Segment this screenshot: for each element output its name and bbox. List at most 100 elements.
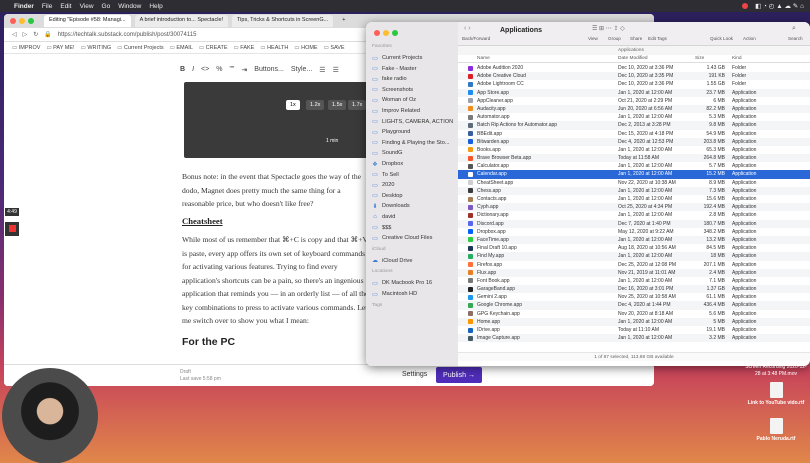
menu-view[interactable]: View bbox=[80, 3, 94, 10]
edit-tags-label[interactable]: Edit Tags bbox=[648, 36, 667, 41]
desktop-file-youtube[interactable]: Link to YouTube vido.rtf bbox=[746, 382, 806, 406]
bullet-list-button[interactable]: ☰ bbox=[319, 66, 325, 74]
record-indicator-icon[interactable] bbox=[742, 3, 749, 9]
file-row[interactable]: Calculator.app Jan 1, 2020 at 12:00 AM 5.7… bbox=[458, 162, 810, 170]
finder-minimize-icon[interactable] bbox=[383, 30, 389, 36]
bookmark-create[interactable]: CREATE bbox=[199, 45, 228, 51]
sidebar-item-favorite[interactable]: ▭ Finding & Playing the Sto... bbox=[371, 138, 457, 148]
sidebar-item-favorite[interactable]: ▭ To Sell bbox=[371, 170, 457, 180]
bookmark-fake[interactable]: FAKE bbox=[234, 45, 254, 51]
status-glyphs[interactable]: ◧ ◔ ◴ ▲ ☁ ✎ ⌂ bbox=[755, 2, 804, 10]
file-row[interactable]: Image Capture.app Jan 1, 2020 at 12:00 AM… bbox=[458, 334, 810, 343]
share-label[interactable]: Share bbox=[630, 36, 642, 41]
file-row[interactable]: Audacity.app Jun 20, 2020 at 6:56 AM 82.2 … bbox=[458, 104, 810, 114]
sidebar-item-favorite[interactable]: ▭ SoundG bbox=[371, 148, 457, 158]
buttons-dropdown[interactable]: Buttons... bbox=[254, 66, 284, 74]
file-row[interactable]: Adobe Lightroom CC Dec 10, 2020 at 3:36 P… bbox=[458, 80, 810, 88]
code-button[interactable]: <> bbox=[201, 66, 209, 74]
bookmark-email[interactable]: EMAIL bbox=[170, 45, 193, 51]
bookmark-pay-me[interactable]: PAY ME! bbox=[46, 45, 74, 51]
col-name[interactable]: Name bbox=[477, 56, 490, 61]
col-kind[interactable]: Kind bbox=[732, 56, 742, 61]
sidebar-item-favorite[interactable]: ⌂ david bbox=[371, 212, 457, 222]
sidebar-item-favorite[interactable]: ▭ Desktop bbox=[371, 191, 457, 201]
file-row[interactable]: App Store.app Jan 1, 2020 at 12:00 AM 23.7… bbox=[458, 88, 810, 97]
col-size[interactable]: Size bbox=[695, 56, 704, 61]
italic-button[interactable]: I bbox=[192, 66, 194, 74]
quick-look-label[interactable]: Quick Look bbox=[710, 36, 733, 41]
sidebar-item-icloud[interactable]: ☁ iCloud Drive bbox=[371, 256, 457, 266]
cheatsheet-heading[interactable]: Cheatsheet bbox=[182, 216, 223, 226]
forward-icon[interactable]: ▷ bbox=[23, 31, 28, 38]
sidebar-item-favorite[interactable]: ▭ Current Projects bbox=[371, 53, 457, 63]
sidebar-item-favorite[interactable]: ❖ Dropbox bbox=[371, 159, 457, 169]
back-icon[interactable]: ◁ bbox=[12, 31, 17, 38]
desktop-file-neruda[interactable]: Pablo Neruda.rtf bbox=[746, 418, 806, 442]
file-row[interactable]: Firefox.app Dec 25, 2020 at 12:08 PM 207.1… bbox=[458, 261, 810, 269]
sidebar-item-favorite[interactable]: ▭ Woman of Oz bbox=[371, 95, 457, 105]
tab-screengo[interactable]: Tips, Tricks & Shortcuts in ScreenG... bbox=[232, 15, 334, 27]
view-icons-icon[interactable]: ☰ ⊞ ⋯ ⇪ ◇ bbox=[592, 25, 625, 32]
quote-button[interactable]: "" bbox=[229, 66, 234, 74]
finder-zoom-icon[interactable] bbox=[392, 30, 398, 36]
file-row[interactable]: AppCleaner.app Oct 21, 2020 at 2:29 PM 6 M… bbox=[458, 97, 810, 105]
file-row[interactable]: GarageBand.app Dec 16, 2020 at 3:01 PM 1.3… bbox=[458, 285, 810, 294]
sidebar-item-favorite[interactable]: ⬇ Downloads bbox=[371, 201, 457, 211]
sidebar-item-location[interactable]: ▭ DK Macbook Pro 16 bbox=[371, 278, 457, 288]
indent-button[interactable]: ⇥ bbox=[241, 66, 247, 74]
file-row[interactable]: Discord.app Dec 7, 2020 at 1:40 PM 180.7 M… bbox=[458, 219, 810, 228]
view-label[interactable]: View bbox=[588, 36, 598, 41]
settings-button[interactable]: Settings bbox=[402, 371, 427, 378]
close-icon[interactable] bbox=[10, 18, 16, 24]
numbered-list-button[interactable]: ☰ bbox=[333, 66, 339, 74]
sidebar-item-favorite[interactable]: ▭ Fake - Master bbox=[371, 64, 457, 74]
zoom-icon[interactable] bbox=[28, 18, 34, 24]
file-row[interactable]: Brave Browser Beta.app Today at 11:58 AM 2… bbox=[458, 154, 810, 163]
file-row[interactable]: Adobe Audition 2020 Dec 10, 2020 at 3:36 … bbox=[458, 64, 810, 72]
minimize-icon[interactable] bbox=[19, 18, 25, 24]
for-the-pc-heading[interactable]: For the PC bbox=[182, 336, 235, 348]
new-tab-button[interactable]: + bbox=[337, 15, 350, 27]
publish-button[interactable]: Publish → bbox=[436, 367, 482, 383]
sidebar-item-favorite[interactable]: ▭ Improv Related bbox=[371, 106, 457, 116]
file-row[interactable]: Calendar.app Jan 1, 2020 at 12:00 AM 15.2 … bbox=[458, 170, 810, 179]
group-label[interactable]: Group bbox=[608, 36, 621, 41]
url-field[interactable]: https://techtalk.substack.com/publish/po… bbox=[58, 32, 197, 38]
bookmark-writing[interactable]: WRITING bbox=[81, 45, 111, 51]
back-forward-arrows-icon[interactable]: ‹ › bbox=[464, 25, 471, 32]
sidebar-item-favorite[interactable]: ▭ 2020 bbox=[371, 180, 457, 190]
sidebar-item-favorite[interactable]: ▭ $$$ bbox=[371, 223, 457, 233]
sidebar-item-favorite[interactable]: ▭ fake radio bbox=[371, 74, 457, 84]
bookmark-improv[interactable]: IMPROV bbox=[12, 45, 41, 51]
bold-button[interactable]: B bbox=[180, 66, 185, 74]
file-row[interactable]: IDrive.app Today at 11:10 AM 19.1 MB Applic… bbox=[458, 326, 810, 334]
file-row[interactable]: CheatSheet.app Nov 22, 2020 at 10:38 AM 8.… bbox=[458, 179, 810, 187]
bookmark-health[interactable]: HEALTH bbox=[260, 45, 288, 51]
sidebar-item-favorite[interactable]: ▭ LIGHTS, CAMERA, ACTION bbox=[371, 117, 457, 127]
tab-substack-editor[interactable]: Editing "Episode #58: Managi... bbox=[44, 15, 131, 27]
file-row[interactable]: FaceTime.app Jan 1, 2020 at 12:00 AM 13.2 … bbox=[458, 235, 810, 245]
file-row[interactable]: BBEdit.app Dec 15, 2020 at 4:18 PM 54.9 MB… bbox=[458, 130, 810, 138]
bookmark-current-projects[interactable]: Current Projects bbox=[117, 45, 164, 51]
menu-edit[interactable]: Edit bbox=[60, 3, 71, 10]
tab-spectacle[interactable]: A brief introduction to... Spectacle! bbox=[134, 15, 229, 27]
file-row[interactable]: Find My.app Jan 1, 2020 at 12:00 AM 18 MB A… bbox=[458, 252, 810, 261]
search-icon[interactable]: ⌕ bbox=[792, 25, 796, 33]
file-row[interactable]: Gemini 2.app Nov 25, 2020 at 10:58 AM 61.1… bbox=[458, 293, 810, 301]
sidebar-item-favorite[interactable]: ▭ Playground bbox=[371, 127, 457, 137]
file-row[interactable]: Dictionary.app Jan 1, 2020 at 12:00 AM 2.8… bbox=[458, 211, 810, 219]
file-row[interactable]: Cyph.app Oct 25, 2020 at 4:34 PM 192.4 MB A… bbox=[458, 203, 810, 212]
style-dropdown[interactable]: Style... bbox=[291, 66, 312, 74]
file-row[interactable]: Google Chrome.app Dec 4, 2020 at 1:44 PM 4… bbox=[458, 301, 810, 310]
sidebar-item-location[interactable]: ▭ Macintosh HD bbox=[371, 289, 457, 299]
menu-file[interactable]: File bbox=[42, 3, 52, 10]
stop-recording-button[interactable] bbox=[5, 222, 19, 236]
menu-finder[interactable]: Finder bbox=[14, 3, 34, 10]
file-row[interactable]: Font Book.app Jan 1, 2020 at 12:00 AM 7.1 … bbox=[458, 277, 810, 285]
menu-window[interactable]: Window bbox=[118, 3, 141, 10]
link-button[interactable]: % bbox=[216, 66, 222, 74]
col-date-modified[interactable]: Date Modified bbox=[618, 56, 648, 61]
file-row[interactable]: Automator.app Jan 1, 2020 at 12:00 AM 5.3 … bbox=[458, 113, 810, 121]
desktop-recording-label[interactable]: Screen Recording 2020-12-28 at 3:48 PM.m… bbox=[744, 364, 808, 377]
bonus-paragraph[interactable]: Bonus note: in the event that Spectacle … bbox=[182, 170, 372, 211]
